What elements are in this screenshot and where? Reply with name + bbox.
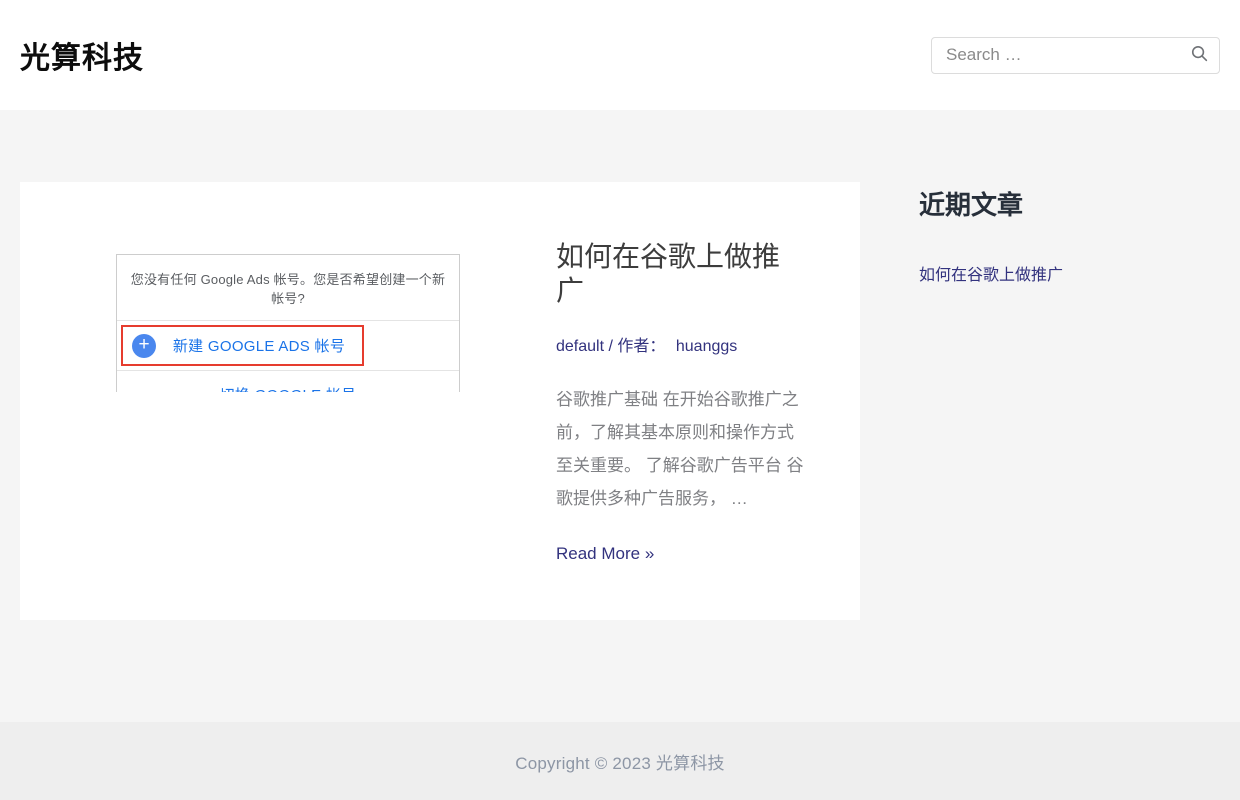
post-category-link[interactable]: default bbox=[556, 338, 604, 355]
google-ads-dialog: 您没有任何 Google Ads 帐号。您是否希望创建一个新帐号? + 新建 G… bbox=[116, 254, 460, 392]
post-title-link[interactable]: 如何在谷歌上做推广 bbox=[556, 240, 804, 307]
recent-post-item: 如何在谷歌上做推广 bbox=[919, 261, 1220, 285]
primary-column: 您没有任何 Google Ads 帐号。您是否希望创建一个新帐号? + 新建 G… bbox=[20, 182, 860, 620]
sidebar: 近期文章 如何在谷歌上做推广 bbox=[919, 182, 1220, 285]
switch-google-account-button: 切换 GOOGLE 帐号 bbox=[117, 370, 459, 392]
copyright-text: Copyright © 2023 光算科技 bbox=[515, 749, 724, 774]
post-excerpt: 谷歌推广基础 在开始谷歌推广之前，了解其基本原则和操作方式至关重要。 了解谷歌广… bbox=[556, 383, 804, 515]
meta-separator: / bbox=[609, 338, 613, 355]
read-more-link[interactable]: Read More » bbox=[556, 544, 654, 564]
ads-create-row: + 新建 GOOGLE ADS 帐号 bbox=[117, 321, 459, 370]
plus-icon: + bbox=[132, 334, 156, 358]
site-footer: Copyright © 2023 光算科技 bbox=[0, 722, 1240, 800]
post-content: 如何在谷歌上做推广 default / 作者： huanggs 谷歌推广基础 在… bbox=[556, 238, 804, 564]
recent-posts-heading: 近期文章 bbox=[919, 185, 1220, 222]
post-author-link[interactable]: huanggs bbox=[676, 338, 737, 355]
search-form bbox=[931, 37, 1220, 74]
main-content: 您没有任何 Google Ads 帐号。您是否希望创建一个新帐号? + 新建 G… bbox=[0, 110, 1240, 722]
site-header: 光算科技 bbox=[0, 0, 1240, 110]
post-card: 您没有任何 Google Ads 帐号。您是否希望创建一个新帐号? + 新建 G… bbox=[20, 182, 860, 620]
ads-dialog-message: 您没有任何 Google Ads 帐号。您是否希望创建一个新帐号? bbox=[117, 255, 459, 321]
post-featured-image[interactable]: 您没有任何 Google Ads 帐号。您是否希望创建一个新帐号? + 新建 G… bbox=[116, 254, 460, 548]
author-label: 作者： bbox=[617, 338, 665, 355]
search-icon bbox=[1190, 44, 1209, 66]
site-logo[interactable]: 光算科技 bbox=[20, 33, 144, 77]
create-google-ads-account-button: 新建 GOOGLE ADS 帐号 bbox=[156, 335, 362, 356]
red-highlight-frame: + 新建 GOOGLE ADS 帐号 bbox=[121, 325, 364, 366]
search-button[interactable] bbox=[1184, 40, 1214, 70]
search-input[interactable] bbox=[931, 37, 1220, 74]
recent-post-link[interactable]: 如何在谷歌上做推广 bbox=[919, 267, 1063, 284]
post-meta: default / 作者： huanggs bbox=[556, 332, 804, 356]
recent-posts-list: 如何在谷歌上做推广 bbox=[919, 261, 1220, 285]
